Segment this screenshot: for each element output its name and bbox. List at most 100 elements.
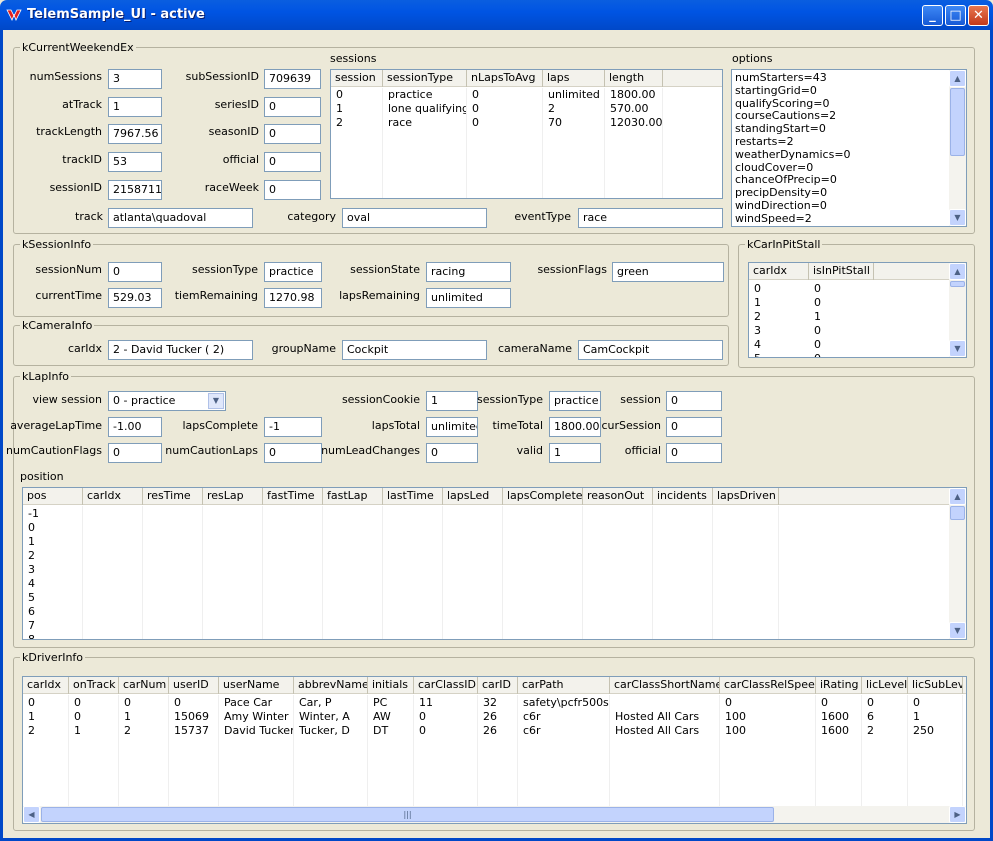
position-col-header[interactable]: lapsLed <box>443 488 503 505</box>
lapSessionType-field[interactable]: practice <box>549 391 601 411</box>
position-col-header[interactable]: lapsComplete <box>503 488 583 505</box>
valid-field[interactable]: 1 <box>549 443 601 463</box>
pit-stall-header[interactable]: carIdx isInPitStall <box>749 263 949 280</box>
options-item[interactable]: startingGrid=0 <box>735 84 851 98</box>
options-item[interactable]: weatherDynamics=0 <box>735 148 851 162</box>
chevron-down-icon[interactable]: ▼ <box>208 393 224 409</box>
driver-col-header[interactable]: iRating <box>816 677 862 694</box>
close-button[interactable]: ✕ <box>968 5 989 26</box>
track-field[interactable]: atlanta\quadoval <box>108 208 253 228</box>
pit-scrollbar[interactable]: ▲ ▼ <box>949 263 966 357</box>
driver-col-header[interactable]: carClassID <box>414 677 478 694</box>
driver-col-header[interactable]: abbrevName <box>294 677 368 694</box>
position-col-header[interactable]: pos <box>23 488 83 505</box>
position-col-header[interactable]: incidents <box>653 488 713 505</box>
seriesID-field[interactable]: 0 <box>264 97 321 117</box>
pit-row[interactable]: 21 <box>749 310 949 324</box>
scroll-thumb[interactable] <box>950 506 965 520</box>
pit-col-header[interactable]: carIdx <box>749 263 809 280</box>
position-col-header[interactable]: lapsDriven <box>713 488 779 505</box>
position-col-header[interactable]: lastTime <box>383 488 443 505</box>
lapOfficial-field[interactable]: 0 <box>666 443 722 463</box>
pit-stall-list[interactable]: carIdxisInPitStall 001021304050 ▲ ▼ <box>748 262 967 358</box>
pit-col-header[interactable]: isInPitStall <box>809 263 874 280</box>
scroll-left-icon[interactable]: ◀ <box>23 806 40 823</box>
driver-col-header[interactable]: onTrack <box>69 677 119 694</box>
position-col-header[interactable]: reasonOut <box>583 488 653 505</box>
scroll-down-icon[interactable]: ▼ <box>949 209 966 226</box>
currentTime-field[interactable]: 529.03 <box>108 288 162 308</box>
pit-row[interactable]: 30 <box>749 324 949 338</box>
sessionFlags-field[interactable]: green <box>612 262 724 282</box>
cameraName-field[interactable]: CamCockpit <box>578 340 723 360</box>
driver-col-header[interactable]: carIdx <box>23 677 69 694</box>
position-col-header[interactable]: fastLap <box>323 488 383 505</box>
sessionType-field[interactable]: practice <box>264 262 322 282</box>
scroll-up-icon[interactable]: ▲ <box>949 263 966 280</box>
numLeadChanges-field[interactable]: 0 <box>426 443 478 463</box>
sessions-col-header[interactable]: sessionType <box>383 70 467 87</box>
carIdx-field[interactable]: 2 - David Tucker ( 2) <box>108 340 253 360</box>
scroll-up-icon[interactable]: ▲ <box>949 70 966 87</box>
minimize-button[interactable]: _ <box>922 5 943 26</box>
options-scrollbar[interactable]: ▲ ▼ <box>949 70 966 226</box>
groupName-field[interactable]: Cockpit <box>342 340 487 360</box>
trackID-field[interactable]: 53 <box>108 152 162 172</box>
sessions-list[interactable]: session sessionType nLapsToAvg laps length 0… <box>330 69 723 199</box>
position-col-header[interactable]: fastTime <box>263 488 323 505</box>
driver-list[interactable]: carIdx onTrack carNum userID userName abbrevN… <box>22 676 967 824</box>
options-list[interactable]: numStarters=43 startingGrid=0 qualifyScori… <box>731 69 967 227</box>
numCautionFlags-field[interactable]: 0 <box>108 443 162 463</box>
position-col-header[interactable]: carIdx <box>83 488 143 505</box>
driver-col-header[interactable]: userID <box>169 677 219 694</box>
raceWeek-field[interactable]: 0 <box>264 180 321 200</box>
driver-col-header[interactable]: carPath <box>518 677 610 694</box>
position-list[interactable]: pos carIdx resTime resLap fastTime fastLap las… <box>22 487 967 640</box>
eventType-field[interactable]: race <box>578 208 723 228</box>
driver-col-header[interactable]: licSubLeve <box>908 677 963 694</box>
position-col-header[interactable]: resLap <box>203 488 263 505</box>
lapsTotal-field[interactable]: unlimited <box>426 417 478 437</box>
scroll-thumb[interactable] <box>950 281 965 287</box>
official-field[interactable]: 0 <box>264 152 321 172</box>
sessionCookie-field[interactable]: 1 <box>426 391 478 411</box>
lapsRemaining-field[interactable]: unlimited <box>426 288 511 308</box>
lapsComplete-field[interactable]: -1 <box>264 417 322 437</box>
sessionState-field[interactable]: racing <box>426 262 511 282</box>
position-header[interactable]: pos carIdx resTime resLap fastTime fastLap las… <box>23 488 949 505</box>
position-col-header[interactable]: resTime <box>143 488 203 505</box>
driver-col-header[interactable]: carID <box>478 677 518 694</box>
sessions-col-header[interactable]: length <box>605 70 663 87</box>
sessions-header[interactable]: session sessionType nLapsToAvg laps length <box>331 70 722 87</box>
sessionID-field[interactable]: 2158711 <box>108 180 162 200</box>
sessions-col-header[interactable]: session <box>331 70 383 87</box>
sessions-col-header[interactable]: nLapsToAvg <box>467 70 543 87</box>
maximize-button[interactable]: □ <box>945 5 966 26</box>
driver-header[interactable]: carIdx onTrack carNum userID userName abbrevN… <box>23 677 966 694</box>
options-item[interactable]: windDirection=0 <box>735 199 851 213</box>
scroll-down-icon[interactable]: ▼ <box>949 622 966 639</box>
position-scrollbar[interactable]: ▲ ▼ <box>949 488 966 639</box>
scroll-down-icon[interactable]: ▼ <box>949 340 966 357</box>
subSessionID-field[interactable]: 709639 <box>264 69 321 89</box>
scroll-thumb[interactable] <box>950 88 965 156</box>
options-item[interactable]: numStarters=43 <box>735 71 851 85</box>
driver-col-header[interactable]: licLevel <box>862 677 908 694</box>
options-item[interactable]: windSpeed=2 <box>735 212 851 226</box>
title-bar[interactable]: TelemSample_UI - active _ □ ✕ <box>0 0 993 30</box>
pit-row[interactable]: 50 <box>749 352 949 357</box>
seasonID-field[interactable]: 0 <box>264 124 321 144</box>
driver-col-header[interactable]: carClassShortName <box>610 677 720 694</box>
driver-col-header[interactable]: initials <box>368 677 414 694</box>
timeTotal-field[interactable]: 1800.00 <box>549 417 601 437</box>
sessions-col-header[interactable]: laps <box>543 70 605 87</box>
driver-col-header[interactable]: carNum <box>119 677 169 694</box>
options-item[interactable]: restarts=2 <box>735 135 851 149</box>
driver-col-header[interactable]: userName <box>219 677 294 694</box>
viewSession-select[interactable]: 0 - practice ▼ <box>108 391 226 411</box>
averageLapTime-field[interactable]: -1.00 <box>108 417 162 437</box>
scroll-up-icon[interactable]: ▲ <box>949 488 966 505</box>
atTrack-field[interactable]: 1 <box>108 97 162 117</box>
pit-row[interactable]: 40 <box>749 338 949 352</box>
numSessions-field[interactable]: 3 <box>108 69 162 89</box>
